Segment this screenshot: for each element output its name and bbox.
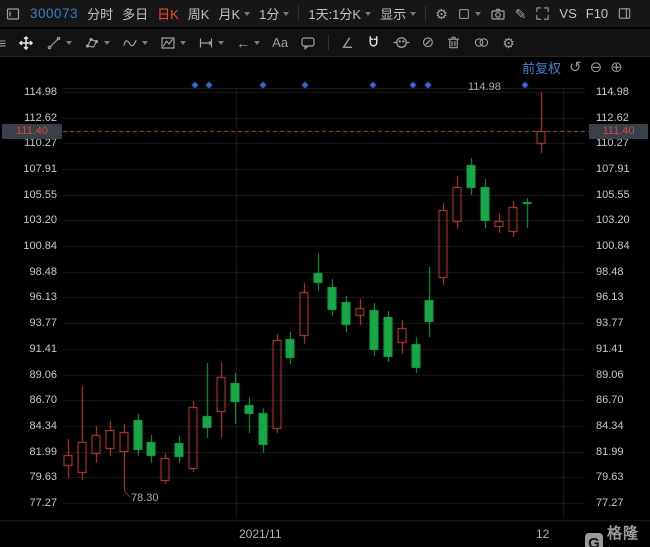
price-tick-label: 91.41 (0, 342, 57, 356)
price-tick-label: 103.20 (0, 213, 57, 227)
date-label: 12 (536, 527, 549, 541)
undo-icon[interactable]: ↺ (569, 60, 582, 75)
price-tick-label: 81.99 (596, 445, 624, 459)
price-tick-label: 79.63 (596, 470, 624, 484)
chart-overlay-controls: 前复权 ↺ ⊖ ⊕ (522, 58, 623, 77)
last-price-label-left: 111.40 (2, 124, 62, 139)
price-tick-label: 96.13 (0, 290, 57, 304)
price-tick-label: 86.70 (596, 393, 624, 407)
price-tick-label: 77.27 (0, 496, 57, 510)
price-tick-label: 86.70 (0, 393, 57, 407)
price-tick-label: 100.84 (596, 239, 630, 253)
price-tick-label: 84.34 (596, 419, 624, 433)
price-tick-label: 107.91 (596, 162, 630, 176)
low-price-annotation: 78.30 (131, 492, 159, 504)
price-tick-label: 114.98 (0, 85, 57, 99)
watermark-text: 格隆汇 (607, 522, 650, 547)
price-tick-label: 98.48 (0, 265, 57, 279)
price-tick-label: 84.34 (0, 419, 57, 433)
price-tick-label: 91.41 (596, 342, 624, 356)
adjustment-mode-button[interactable]: 前复权 (522, 58, 561, 77)
zoom-out-icon[interactable]: ⊖ (590, 60, 603, 75)
price-tick-label: 77.27 (596, 496, 624, 510)
price-tick-label: 103.20 (596, 213, 630, 227)
price-tick-label: 98.48 (596, 265, 624, 279)
high-price-annotation: 114.98 (468, 81, 501, 93)
price-tick-label: 93.77 (0, 316, 57, 330)
price-tick-label: 81.99 (0, 445, 57, 459)
price-tick-label: 93.77 (596, 316, 624, 330)
price-tick-label: 96.13 (596, 290, 624, 304)
zoom-in-icon[interactable]: ⊕ (610, 60, 623, 75)
price-tick-label: 107.91 (0, 162, 57, 176)
gelonghui-logo-icon: G (585, 533, 603, 547)
last-price-label-right: 111.40 (589, 124, 648, 139)
date-label: 2021/11 (239, 527, 282, 541)
price-tick-label: 79.63 (0, 470, 57, 484)
price-tick-label: 105.55 (0, 188, 57, 202)
price-tick-label: 114.98 (596, 85, 629, 99)
price-tick-label: 105.55 (596, 188, 630, 202)
price-tick-label: 100.84 (0, 239, 57, 253)
stock-chart-window: 300073 分时 多日 日K 周K 月K 1分 1天:1分K 显示 ⚙ ✎ V… (0, 0, 650, 547)
price-tick-label: 89.06 (596, 368, 624, 382)
watermark: G 格隆汇 (585, 522, 650, 547)
price-tick-label: 89.06 (0, 368, 57, 382)
candlestick-chart[interactable] (0, 0, 650, 547)
